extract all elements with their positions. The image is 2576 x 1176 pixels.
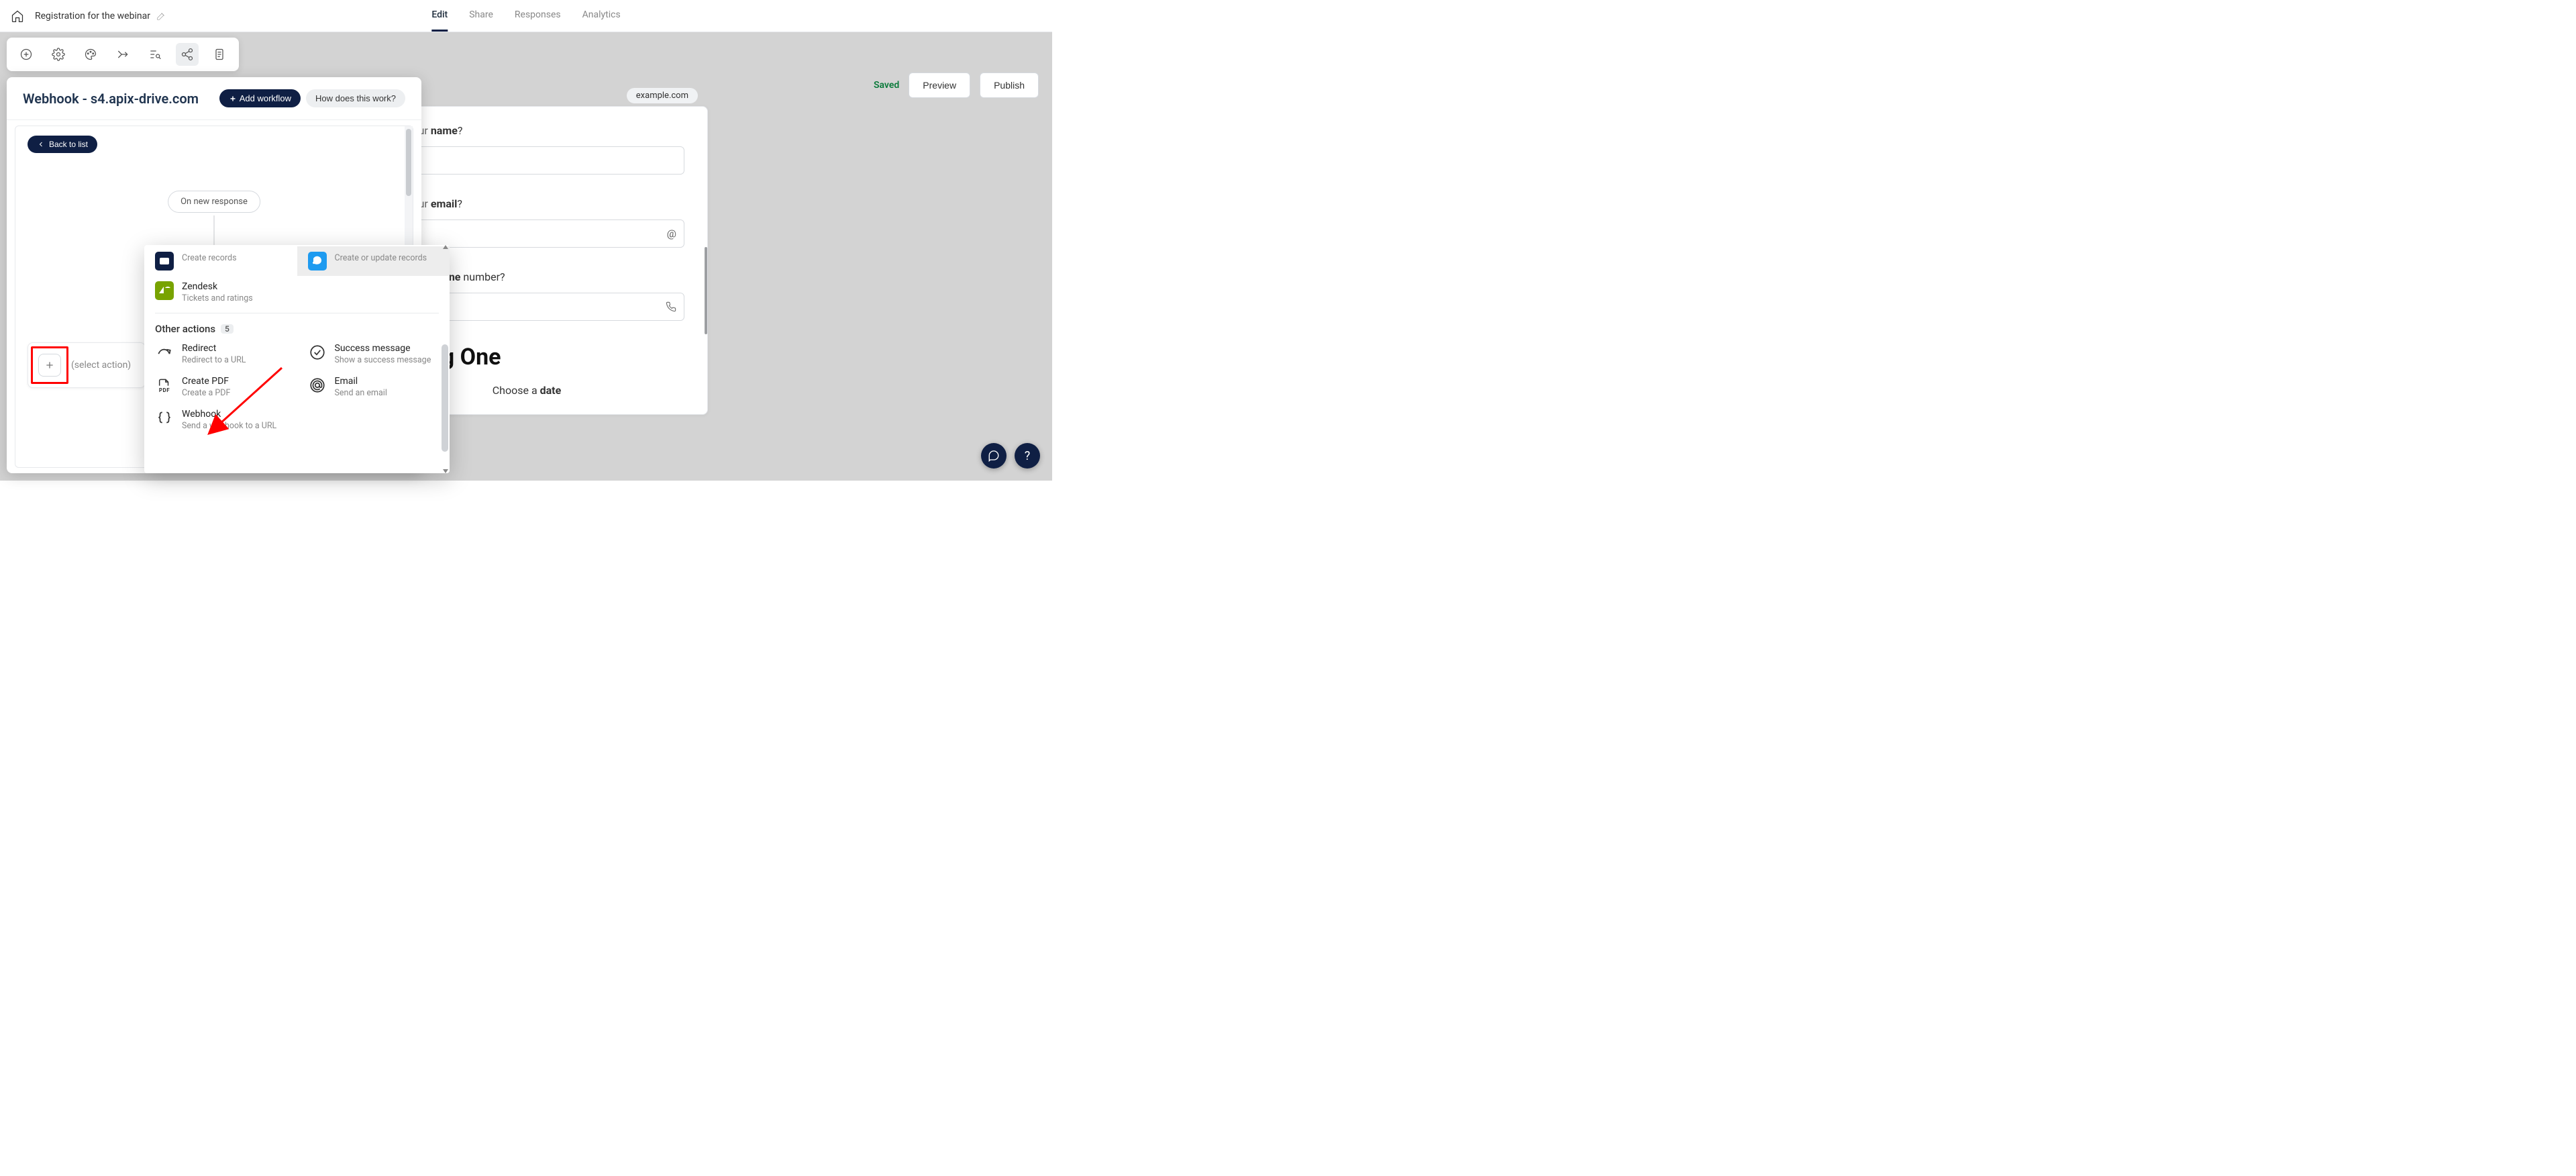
- action-sub: Send an email: [335, 388, 387, 398]
- q3-suffix: number?: [460, 271, 505, 283]
- domain-chip[interactable]: example.com: [627, 88, 698, 103]
- zendesk-icon: [155, 281, 174, 300]
- tool-settings[interactable]: [47, 43, 70, 66]
- topbar: Registration for the webinar Edit Share …: [0, 0, 1052, 32]
- scroll-up-icon[interactable]: [443, 245, 448, 249]
- action-title: Success message: [335, 343, 431, 354]
- action-sub: Redirect to a URL: [182, 355, 246, 365]
- tab-share[interactable]: Share: [469, 0, 493, 32]
- q2-bold: email: [431, 197, 458, 210]
- braces-icon: [155, 409, 174, 428]
- section-count: 5: [221, 324, 234, 334]
- phone-icon: [666, 301, 676, 312]
- at-circle-icon: [308, 376, 327, 395]
- action-create-records[interactable]: Create records: [144, 246, 297, 276]
- action-sub: Tickets and ratings: [182, 293, 253, 303]
- trigger-node[interactable]: On new response: [168, 191, 260, 213]
- search-list-icon: [148, 48, 162, 61]
- header-tabs: Edit Share Responses Analytics: [431, 0, 620, 32]
- highlight-box: [31, 346, 68, 384]
- help-fab[interactable]: ?: [1015, 443, 1040, 469]
- scroll-indicator[interactable]: [705, 247, 707, 334]
- preview-button[interactable]: Preview: [909, 72, 970, 98]
- at-icon: @: [667, 228, 676, 240]
- action-sub: Create records: [182, 253, 237, 263]
- select-action-card[interactable]: (select action): [28, 342, 146, 388]
- action-title: Zendesk: [182, 281, 253, 292]
- check-circle-icon: [308, 343, 327, 362]
- action-sub: Show a success message: [335, 355, 431, 365]
- share-nodes-icon: [181, 48, 194, 61]
- branch-icon: [116, 48, 130, 61]
- q2-suffix: ?: [457, 197, 462, 210]
- how-does-this-work-button[interactable]: How does this work?: [306, 89, 405, 107]
- panel-scrollbar-thumb[interactable]: [406, 129, 411, 196]
- tab-edit[interactable]: Edit: [431, 0, 448, 32]
- dropdown-scroll-thumb[interactable]: [442, 344, 448, 452]
- action-title: Redirect: [182, 343, 246, 354]
- plus-icon: [229, 95, 237, 103]
- home-icon: [11, 9, 24, 23]
- action-title: Create PDF: [182, 376, 230, 387]
- q1-bold: name: [431, 124, 458, 137]
- tool-page[interactable]: [208, 43, 231, 66]
- app-icon-blue: [308, 252, 327, 271]
- tab-responses[interactable]: Responses: [515, 0, 561, 32]
- page-icon: [213, 48, 226, 61]
- action-zendesk[interactable]: Zendesk Tickets and ratings: [144, 276, 297, 309]
- action-create-update-records[interactable]: Create or update records: [297, 246, 450, 276]
- q1-suffix: ?: [458, 124, 463, 137]
- palette-icon: [84, 48, 97, 61]
- redirect-icon: [155, 343, 174, 362]
- workflow-title: Webhook - s4.apix-drive.com: [23, 91, 199, 107]
- add-action-wrap: [35, 350, 64, 380]
- action-create-pdf[interactable]: PDF Create PDF Create a PDF: [144, 371, 297, 403]
- action-title: Webhook: [182, 409, 276, 420]
- workflow-panel-header: Webhook - s4.apix-drive.com Add workflow…: [7, 77, 421, 120]
- editor-toolbar: [7, 38, 239, 71]
- back-label: Back to list: [49, 140, 88, 149]
- action-webhook[interactable]: Webhook Send a webhook to a URL: [144, 403, 297, 436]
- tool-workflows[interactable]: [176, 43, 199, 66]
- page-title-text: Registration for the webinar: [35, 11, 150, 21]
- back-to-list-button[interactable]: Back to list: [28, 136, 97, 153]
- action-sub: Create or update records: [335, 253, 427, 263]
- right-controls: Saved Preview Publish: [874, 72, 1039, 98]
- tool-add[interactable]: [15, 43, 38, 66]
- tab-analytics[interactable]: Analytics: [582, 0, 621, 32]
- action-redirect[interactable]: Redirect Redirect to a URL: [144, 338, 297, 371]
- publish-button[interactable]: Publish: [980, 72, 1039, 98]
- action-success-message[interactable]: Success message Show a success message: [297, 338, 450, 371]
- other-actions-section: Other actions 5: [144, 313, 450, 338]
- dropdown-scrollbar[interactable]: [440, 245, 450, 473]
- action-email[interactable]: Email Send an email: [297, 371, 450, 403]
- home-button[interactable]: [11, 9, 24, 23]
- gear-icon: [52, 48, 65, 61]
- tool-theme[interactable]: [79, 43, 102, 66]
- chat-fab[interactable]: [981, 443, 1007, 469]
- action-sub: Create a PDF: [182, 388, 230, 398]
- pdf-icon: PDF: [155, 376, 174, 395]
- scroll-down-icon[interactable]: [443, 469, 448, 473]
- add-workflow-label: Add workflow: [240, 93, 291, 103]
- app-icon-dark: [155, 252, 174, 271]
- chat-icon: [988, 450, 1000, 462]
- action-sub: Send a webhook to a URL: [182, 421, 276, 431]
- saved-label: Saved: [874, 80, 899, 91]
- page-title[interactable]: Registration for the webinar: [35, 11, 166, 21]
- tool-search-list[interactable]: [144, 43, 166, 66]
- help-label: ?: [1025, 449, 1031, 463]
- plus-circle-icon: [19, 48, 33, 61]
- arrow-left-icon: [37, 140, 45, 148]
- select-action-label: (select action): [71, 360, 131, 371]
- add-workflow-button[interactable]: Add workflow: [219, 89, 301, 107]
- action-title: Email: [335, 376, 387, 387]
- actions-dropdown: Create records Create or update records …: [144, 245, 450, 473]
- section-label: Other actions: [155, 323, 215, 335]
- rename-icon: [156, 11, 166, 21]
- tool-branch[interactable]: [111, 43, 134, 66]
